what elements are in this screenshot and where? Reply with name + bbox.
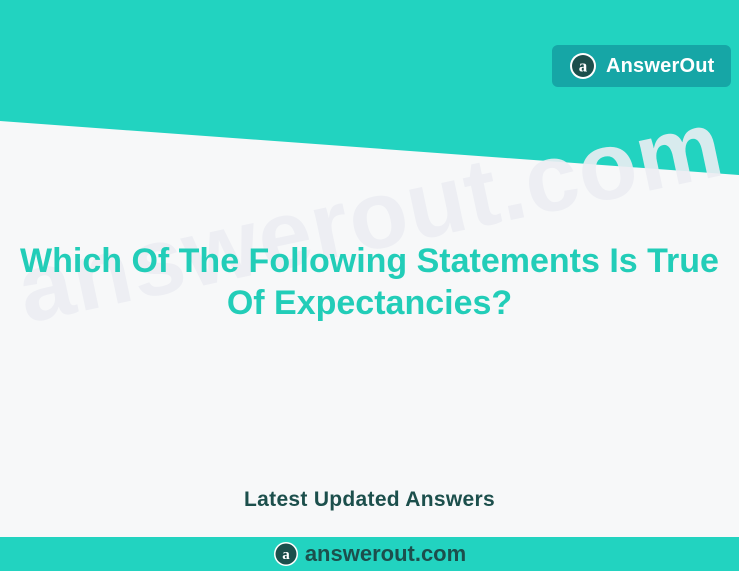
question-headline: Which Of The Following Statements Is Tru… xyxy=(20,242,719,322)
subtitle: Latest Updated Answers xyxy=(244,488,495,511)
answerout-a-logo-icon: a xyxy=(273,542,298,566)
footer-site-link[interactable]: answerout.com xyxy=(305,541,466,567)
svg-text:a: a xyxy=(579,57,588,76)
answerout-a-logo-icon: a xyxy=(570,53,596,79)
svg-text:a: a xyxy=(282,547,290,563)
brand-badge[interactable]: a AnswerOut xyxy=(552,45,731,87)
footer-band: a answerout.com xyxy=(0,537,739,571)
brand-name: AnswerOut xyxy=(606,54,715,77)
article-thumbnail: a AnswerOut answerout.com Which Of The F… xyxy=(0,0,739,571)
